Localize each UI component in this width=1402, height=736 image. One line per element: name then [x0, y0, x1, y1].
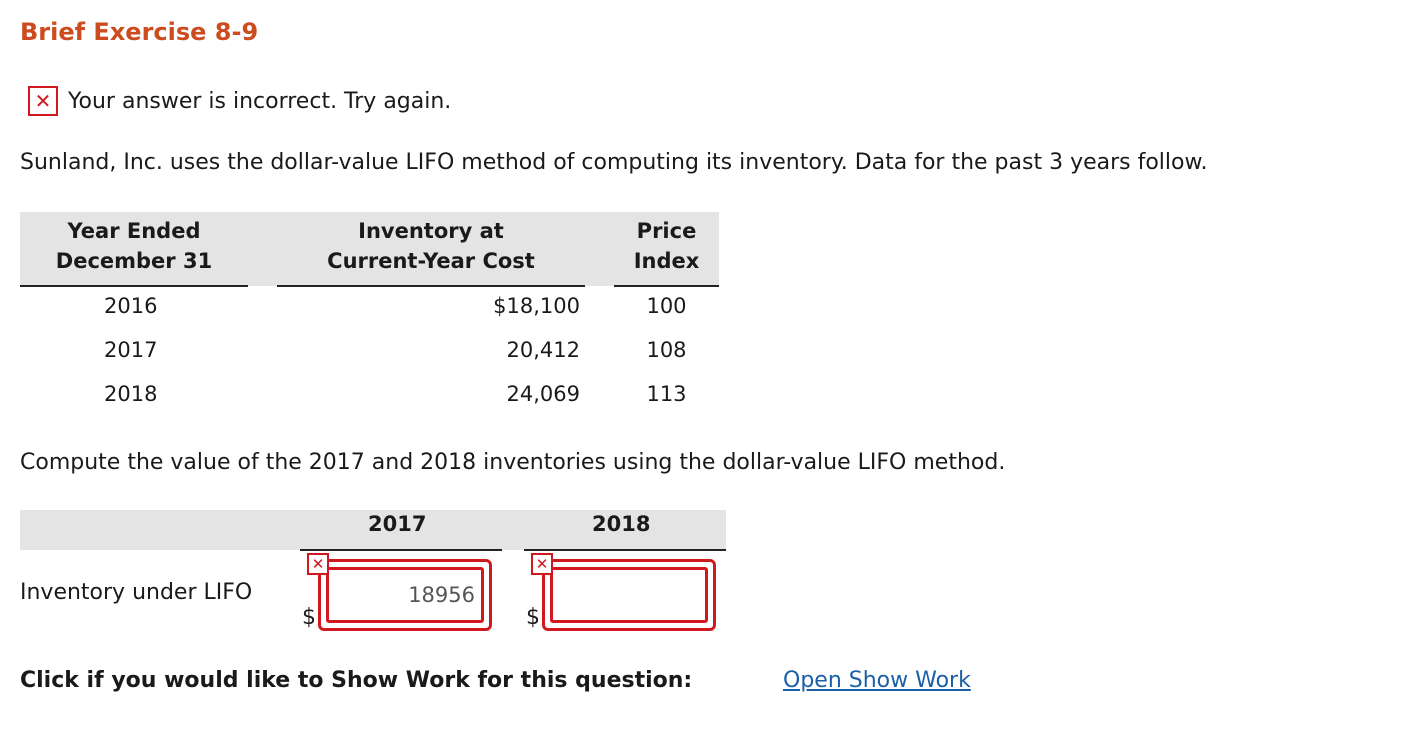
answer-field-2018: [542, 559, 716, 631]
cell-year: 2017: [104, 338, 158, 362]
show-work-prompt: Click if you would like to Show Work for…: [20, 668, 693, 693]
header-line: Year Ended: [67, 219, 201, 243]
column-rule: [300, 549, 502, 551]
cell-inventory: $18,100: [493, 294, 580, 318]
cell-price-index: 108: [646, 338, 687, 362]
header-line: December 31: [55, 249, 213, 273]
cell-price-index: 100: [646, 294, 687, 318]
cell-year: 2016: [104, 294, 158, 318]
x-mark-icon: ✕: [28, 86, 58, 116]
column-header-2018: 2018: [592, 512, 651, 536]
problem-intro: Sunland, Inc. uses the dollar-value LIFO…: [20, 150, 1208, 175]
exercise-title: Brief Exercise 8-9: [20, 18, 259, 46]
header-rule: [277, 285, 585, 287]
status-message: Your answer is incorrect. Try again.: [68, 88, 452, 114]
header-line: Inventory at: [358, 219, 504, 243]
column-rule: [524, 549, 726, 551]
cell-year: 2018: [104, 382, 158, 406]
header-price-index: Price Index: [614, 216, 719, 276]
compute-prompt: Compute the value of the 2017 and 2018 i…: [20, 450, 1006, 475]
dollar-sign: $: [302, 605, 316, 630]
header-rule: [614, 285, 719, 287]
cell-inventory: 20,412: [506, 338, 580, 362]
open-show-work-link[interactable]: Open Show Work: [783, 668, 971, 693]
dollar-sign: $: [526, 605, 540, 630]
inventory-2017-input[interactable]: [326, 567, 484, 623]
cell-inventory: 24,069: [506, 382, 580, 406]
header-year-ended: Year Ended December 31: [20, 216, 248, 276]
incorrect-x-icon: ✕: [307, 553, 329, 575]
row-label-inventory-lifo: Inventory under LIFO: [20, 580, 253, 605]
inventory-2018-input[interactable]: [550, 567, 708, 623]
header-line: Current-Year Cost: [327, 249, 535, 273]
answer-field-2017: [318, 559, 492, 631]
incorrect-x-icon: ✕: [531, 553, 553, 575]
header-inventory-cost: Inventory at Current-Year Cost: [277, 216, 585, 276]
answer-status: ✕ Your answer is incorrect. Try again.: [28, 84, 451, 118]
header-line: Index: [633, 249, 700, 273]
column-header-2017: 2017: [368, 512, 427, 536]
header-rule: [20, 285, 248, 287]
cell-price-index: 113: [646, 382, 687, 406]
header-line: Price: [636, 219, 697, 243]
